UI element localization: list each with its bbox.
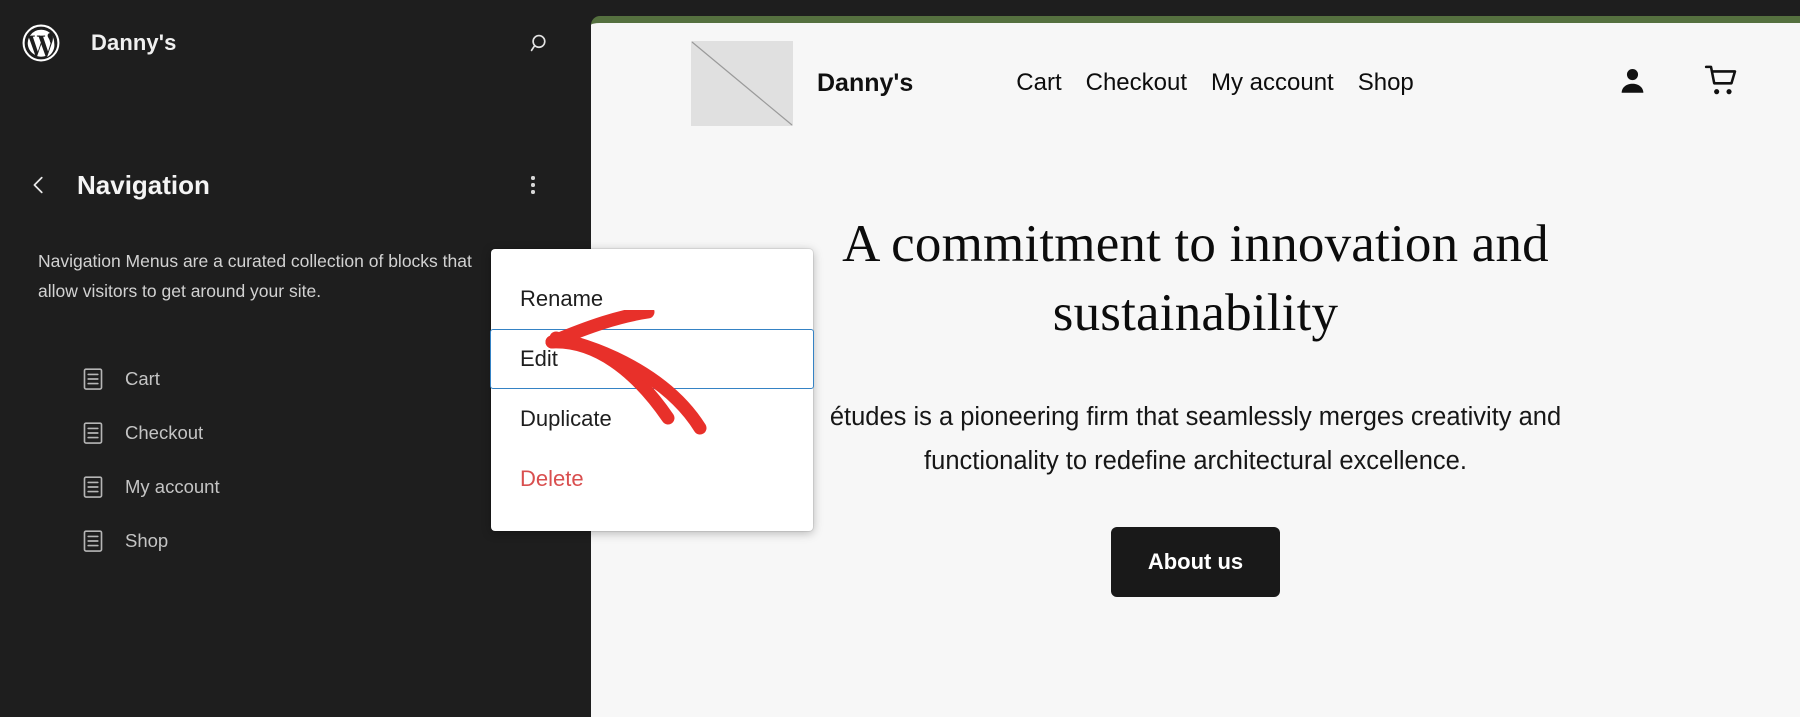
menu-item-duplicate[interactable]: Duplicate	[491, 389, 813, 449]
list-item-label: Cart	[125, 368, 160, 389]
navigation-panel-header: Navigation	[0, 150, 591, 220]
more-options-icon[interactable]	[515, 167, 551, 203]
menu-item-delete[interactable]: Delete	[491, 449, 813, 509]
shopping-cart-icon[interactable]	[1704, 64, 1739, 103]
sidebar-site-title: Danny's	[91, 30, 177, 55]
menu-item-edit[interactable]: Edit	[490, 329, 814, 389]
search-icon[interactable]	[521, 24, 559, 62]
wordpress-logo-icon[interactable]	[22, 24, 60, 62]
site-header-icons	[1617, 64, 1743, 103]
user-account-icon[interactable]	[1617, 65, 1648, 101]
sidebar-top-bar: Danny's	[0, 0, 591, 86]
site-primary-navigation: Cart Checkout My account Shop	[1016, 69, 1414, 97]
document-icon	[82, 529, 104, 553]
wordpress-site-editor: Danny's Navigation Navigation Menus are …	[0, 0, 1800, 717]
chevron-left-icon[interactable]	[22, 168, 56, 202]
image-placeholder-icon	[691, 40, 793, 126]
page-title: Navigation	[77, 169, 210, 200]
site-nav-link-shop[interactable]: Shop	[1358, 69, 1414, 97]
menu-item-rename[interactable]: Rename	[491, 269, 813, 329]
list-item-label: My account	[125, 476, 220, 497]
document-icon	[82, 475, 104, 499]
document-icon	[82, 421, 104, 445]
site-nav-link-checkout[interactable]: Checkout	[1086, 69, 1187, 97]
list-item-label: Shop	[125, 530, 169, 551]
hero-heading: A commitment to innovation and sustainab…	[842, 215, 1549, 342]
site-header: Danny's Cart Checkout My account Shop	[591, 23, 1800, 143]
site-nav-link-my-account[interactable]: My account	[1211, 69, 1334, 97]
site-nav-link-cart[interactable]: Cart	[1016, 69, 1061, 97]
navigation-options-dropdown: Rename Edit Duplicate Delete	[490, 249, 814, 531]
hero-paragraph: études is a pioneering firm that seamles…	[829, 403, 1562, 475]
list-item-label: Checkout	[125, 422, 204, 443]
about-us-button[interactable]: About us	[1110, 527, 1281, 597]
document-icon	[82, 367, 104, 391]
site-brand-name: Danny's	[817, 68, 914, 97]
navigation-description: Navigation Menus are a curated collectio…	[38, 251, 472, 301]
